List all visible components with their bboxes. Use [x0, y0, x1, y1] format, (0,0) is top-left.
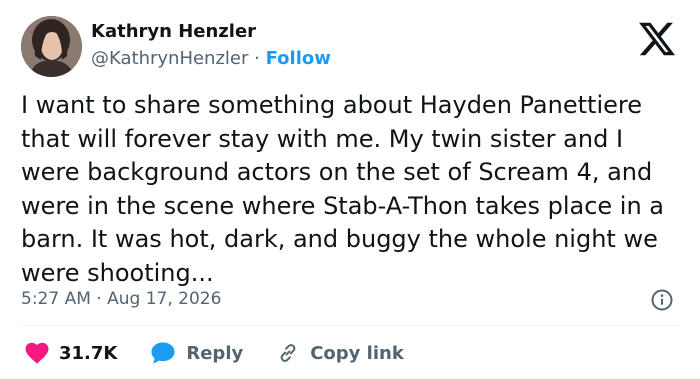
like-count: 31.7K [59, 342, 118, 364]
reply-button[interactable]: Reply [150, 341, 243, 365]
tweet-date: Aug 17, 2026 [107, 289, 222, 309]
tweet-time: 5:27 AM [21, 289, 91, 309]
reply-label: Reply [186, 342, 244, 364]
link-icon [276, 341, 300, 365]
author-handle[interactable]: @KathrynHenzler [91, 48, 248, 69]
handle-row: @KathrynHenzler · Follow [91, 48, 331, 69]
x-logo-icon[interactable] [637, 19, 677, 59]
heart-icon [25, 342, 49, 364]
follow-button[interactable]: Follow [266, 48, 331, 69]
info-icon[interactable] [651, 289, 673, 311]
copy-link-label: Copy link [310, 342, 404, 364]
speech-bubble-icon [150, 341, 176, 365]
timestamp-separator: · [96, 289, 102, 309]
tweet-text: I want to share something about Hayden P… [21, 91, 664, 287]
like-button[interactable]: 31.7K [25, 342, 117, 364]
action-bar: 31.7K Reply Copy link [21, 339, 404, 367]
handle-separator: · [254, 48, 260, 69]
tweet-timestamp[interactable]: 5:27 AM · Aug 17, 2026 [21, 289, 221, 309]
avatar[interactable] [21, 16, 82, 77]
copy-link-button[interactable]: Copy link [276, 341, 404, 365]
avatar-image [21, 16, 82, 77]
author-name[interactable]: Kathryn Henzler [91, 21, 256, 42]
divider [21, 325, 679, 326]
